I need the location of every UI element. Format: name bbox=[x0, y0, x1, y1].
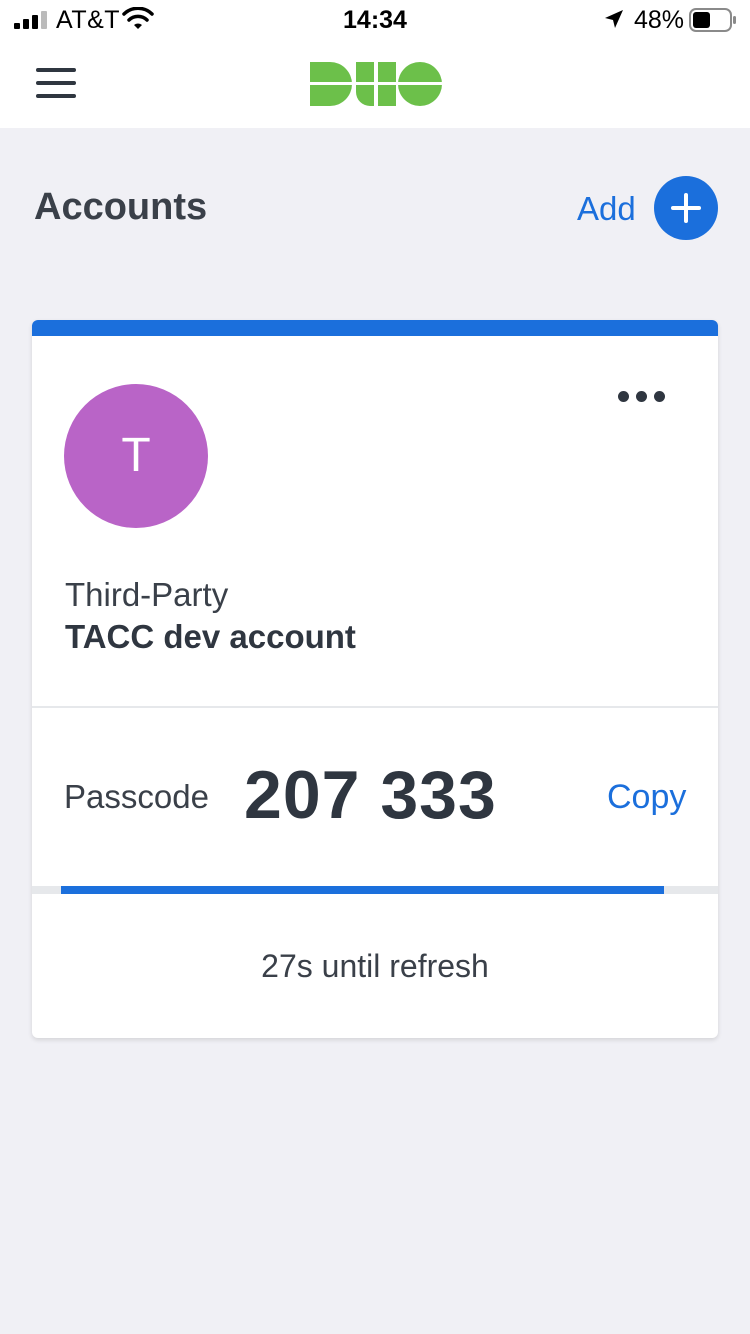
hamburger-menu-icon bbox=[36, 68, 76, 72]
more-options-button[interactable] bbox=[608, 382, 676, 412]
account-name: TACC dev account bbox=[65, 618, 356, 655]
menu-button[interactable] bbox=[30, 60, 82, 106]
divider bbox=[32, 706, 718, 708]
duo-logo bbox=[308, 62, 442, 106]
battery-icon bbox=[689, 8, 736, 32]
nav-bar bbox=[0, 40, 750, 128]
battery-percent: 48% bbox=[634, 6, 685, 34]
passcode-value: 207 333 bbox=[244, 757, 497, 833]
card-accent-bar bbox=[32, 320, 718, 336]
add-account-button[interactable] bbox=[654, 176, 718, 240]
refresh-progress-bar bbox=[32, 886, 718, 894]
location-arrow-icon bbox=[605, 10, 623, 28]
account-card[interactable]: T Third-Party TACC dev account Passcode … bbox=[32, 320, 718, 1038]
passcode-label: Passcode bbox=[64, 778, 209, 815]
copy-button[interactable]: Copy bbox=[607, 778, 686, 817]
more-options-icon bbox=[618, 391, 629, 402]
refresh-countdown: 27s until refresh bbox=[261, 948, 489, 984]
page-title: Accounts bbox=[34, 186, 208, 228]
status-bar: AT&T 14:34 48% bbox=[0, 0, 750, 40]
account-avatar: T bbox=[64, 384, 208, 528]
add-account-link[interactable]: Add bbox=[577, 190, 636, 228]
refresh-progress-fill bbox=[61, 886, 664, 894]
account-type: Third-Party bbox=[65, 576, 229, 613]
